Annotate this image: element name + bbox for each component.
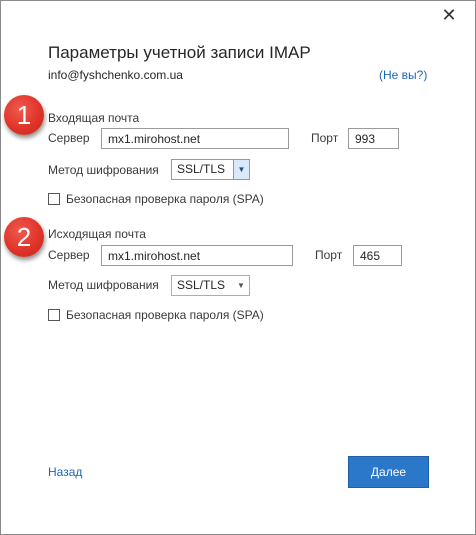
step-badge-1: 1: [4, 95, 44, 135]
imap-settings-dialog: ✕ Параметры учетной записи IMAP info@fys…: [0, 0, 476, 535]
incoming-encryption-value: SSL/TLS: [177, 162, 226, 176]
outgoing-encryption-value: SSL/TLS: [177, 278, 226, 292]
chevron-down-icon: ▼: [233, 160, 249, 179]
step-badge-2: 2: [4, 217, 44, 257]
incoming-port-input[interactable]: [348, 128, 399, 149]
incoming-encryption-label: Метод шифрования: [48, 163, 159, 177]
outgoing-spa-checkbox[interactable]: [48, 309, 60, 321]
outgoing-encryption-label: Метод шифрования: [48, 278, 159, 292]
dialog-title: Параметры учетной записи IMAP: [48, 43, 311, 62]
outgoing-heading: Исходящая почта: [48, 227, 146, 241]
incoming-heading: Входящая почта: [48, 111, 140, 125]
account-email: info@fyshchenko.com.ua: [48, 68, 183, 82]
back-link[interactable]: Назад: [48, 465, 82, 479]
next-button[interactable]: Далее: [348, 456, 429, 488]
outgoing-encryption-select[interactable]: SSL/TLS ▼: [171, 275, 250, 296]
close-icon[interactable]: ✕: [437, 5, 461, 27]
outgoing-server-label: Сервер: [48, 248, 90, 262]
incoming-server-input[interactable]: [101, 128, 289, 149]
chevron-down-icon: ▼: [237, 281, 245, 290]
outgoing-spa-row[interactable]: Безопасная проверка пароля (SPA): [48, 308, 264, 322]
outgoing-port-label: Порт: [315, 248, 343, 262]
incoming-server-label: Сервер: [48, 131, 90, 145]
incoming-spa-checkbox[interactable]: [48, 193, 60, 205]
outgoing-spa-label: Безопасная проверка пароля (SPA): [66, 308, 264, 322]
incoming-spa-row[interactable]: Безопасная проверка пароля (SPA): [48, 192, 264, 206]
not-you-link[interactable]: (Не вы?): [379, 68, 427, 82]
incoming-spa-label: Безопасная проверка пароля (SPA): [66, 192, 264, 206]
outgoing-port-input[interactable]: [353, 245, 402, 266]
outgoing-server-input[interactable]: [101, 245, 293, 266]
incoming-encryption-select[interactable]: SSL/TLS ▼: [171, 159, 250, 180]
incoming-port-label: Порт: [311, 131, 339, 145]
